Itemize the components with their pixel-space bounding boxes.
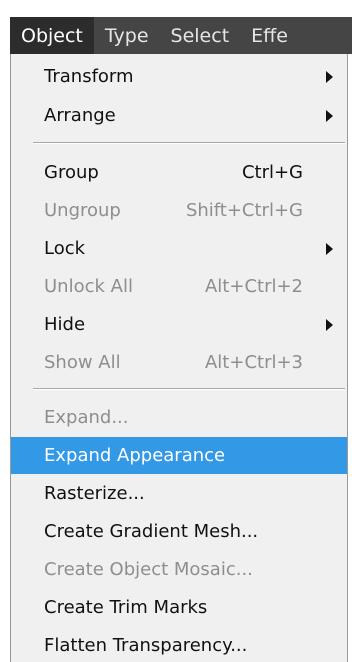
menu-item-transform[interactable]: Transform bbox=[11, 58, 347, 95]
submenu-arrow-icon bbox=[326, 243, 333, 255]
submenu-arrow-icon bbox=[326, 110, 333, 122]
menu-item-unlock-all[interactable]: Unlock All Alt+Ctrl+2 bbox=[11, 268, 347, 305]
menu-item-label: Arrange bbox=[44, 105, 116, 126]
menu-item-create-trim-marks[interactable]: Create Trim Marks bbox=[11, 589, 347, 626]
menu-item-flatten-transparency[interactable]: Flatten Transparency... bbox=[11, 627, 347, 662]
submenu-arrow-icon bbox=[326, 319, 333, 331]
menu-item-label: Lock bbox=[44, 238, 86, 259]
menubar-select[interactable]: Select bbox=[160, 17, 241, 54]
menu-item-lock[interactable]: Lock bbox=[11, 230, 347, 267]
menu-item-show-all[interactable]: Show All Alt+Ctrl+3 bbox=[11, 344, 347, 381]
menu-item-label: Hide bbox=[44, 314, 86, 335]
menu-item-label: Unlock All bbox=[44, 276, 133, 297]
menubar-object[interactable]: Object bbox=[10, 17, 94, 54]
object-menu: Transform Arrange Group Ctrl+G Ungroup S… bbox=[10, 54, 348, 662]
menu-item-expand[interactable]: Expand... bbox=[11, 399, 347, 436]
menu-item-hide[interactable]: Hide bbox=[11, 306, 347, 343]
menu-item-group[interactable]: Group Ctrl+G bbox=[11, 154, 347, 191]
menu-item-create-object-mosaic[interactable]: Create Object Mosaic... bbox=[11, 551, 347, 588]
menu-item-label: Create Object Mosaic... bbox=[44, 559, 253, 580]
menu-item-expand-appearance[interactable]: Expand Appearance bbox=[11, 437, 347, 474]
menu-item-label: Transform bbox=[44, 66, 134, 87]
menu-item-label: Rasterize... bbox=[44, 483, 145, 504]
menu-item-label: Flatten Transparency... bbox=[44, 635, 248, 656]
menu-item-label: Create Trim Marks bbox=[44, 597, 208, 618]
menu-item-label: Expand Appearance bbox=[44, 445, 226, 466]
menu-item-shortcut: Alt+Ctrl+2 bbox=[204, 276, 303, 297]
menu-item-label: Expand... bbox=[44, 407, 129, 428]
menu-item-label: Create Gradient Mesh... bbox=[44, 521, 259, 542]
menubar-type[interactable]: Type bbox=[94, 17, 160, 54]
menu-item-label: Show All bbox=[44, 352, 121, 373]
menu-item-shortcut: Shift+Ctrl+G bbox=[185, 200, 303, 221]
menu-item-shortcut: Ctrl+G bbox=[241, 162, 303, 183]
menu-item-ungroup[interactable]: Ungroup Shift+Ctrl+G bbox=[11, 192, 347, 229]
menu-item-shortcut: Alt+Ctrl+3 bbox=[204, 352, 303, 373]
menu-separator bbox=[33, 142, 345, 144]
menu-bar: Object Type Select Effe bbox=[10, 17, 352, 54]
screenshot: Object Type Select Effe Transform Arrang… bbox=[0, 0, 352, 662]
menu-item-arrange[interactable]: Arrange bbox=[11, 97, 347, 134]
menubar-effect[interactable]: Effe bbox=[240, 17, 299, 54]
menu-item-rasterize[interactable]: Rasterize... bbox=[11, 475, 347, 512]
menu-item-create-gradient-mesh[interactable]: Create Gradient Mesh... bbox=[11, 513, 347, 550]
submenu-arrow-icon bbox=[326, 71, 333, 83]
menu-separator bbox=[33, 388, 345, 390]
top-crop bbox=[0, 0, 352, 17]
menu-item-label: Group bbox=[44, 162, 99, 183]
menu-item-label: Ungroup bbox=[44, 200, 121, 221]
